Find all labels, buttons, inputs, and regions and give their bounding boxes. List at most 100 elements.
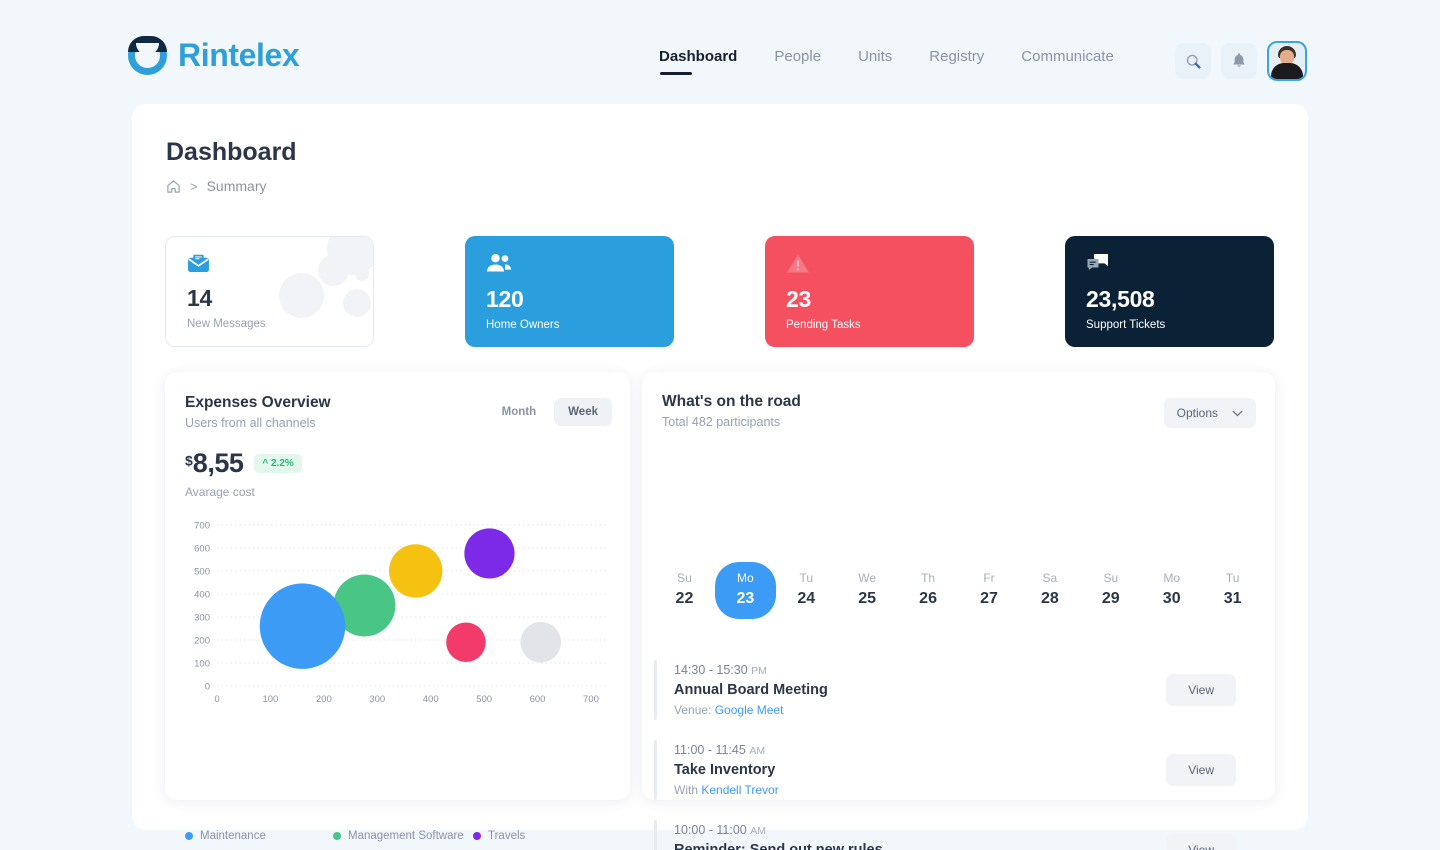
circle-logo-icon — [128, 36, 167, 75]
chart-bubble[interactable] — [259, 583, 346, 669]
range-option-month[interactable]: Month — [488, 398, 550, 426]
event-meta: With Kendell Trevor — [674, 783, 1166, 797]
event-meta-link[interactable]: Kendell Trevor — [701, 783, 778, 797]
legend-item-management-software[interactable]: Management Software — [333, 830, 473, 842]
date-day: 27 — [980, 590, 998, 607]
event-ampm: AM — [749, 745, 766, 757]
svg-text:500: 500 — [194, 566, 210, 577]
date-cell[interactable]: Th 26 — [898, 562, 959, 619]
date-cell[interactable]: Tu 31 — [1202, 562, 1263, 619]
stat-card-support-tickets[interactable]: 23,508 Support Tickets — [1065, 236, 1274, 347]
breadcrumb: > Summary — [166, 178, 267, 194]
date-cell[interactable]: Mo 30 — [1141, 562, 1202, 619]
road-subtitle: Total 482 participants — [662, 415, 781, 429]
stat-value: 14 — [187, 285, 212, 311]
cost-amount: 8,55 — [192, 448, 244, 478]
date-cell[interactable]: We 25 — [837, 562, 898, 619]
expenses-panel: Expenses Overview Users from all channel… — [165, 372, 630, 842]
event-title: Reminder: Send out new rules — [674, 842, 883, 850]
dashboard-page: Rintelex Dashboard People Units Registry… — [0, 0, 1440, 850]
event-item: 11:00 - 11:45 AM Take Inventory With Ken… — [654, 730, 1264, 810]
range-toggle: Month Week — [488, 398, 612, 426]
chat-bubbles-icon — [1086, 253, 1110, 279]
event-time-range: 14:30 - 15:30 — [674, 663, 748, 677]
event-view-button[interactable]: View — [1166, 754, 1236, 786]
event-title: Annual Board Meeting — [674, 682, 828, 698]
date-cell[interactable]: Su 29 — [1080, 562, 1141, 619]
event-body: 10:00 - 11:00 AM Reminder: Send out new … — [674, 823, 1166, 850]
date-day: 22 — [675, 590, 694, 607]
cost-amount-group: $8,55 — [185, 448, 244, 479]
brand-name: Rintelex — [178, 37, 300, 73]
date-cell[interactable]: Su 22 — [654, 562, 715, 619]
legend-item-maintenance[interactable]: Maintenance — [185, 830, 333, 842]
legend-label: Maintenance — [200, 830, 266, 842]
date-day: 28 — [1040, 590, 1059, 607]
legend-dot — [333, 832, 341, 840]
legend-label: Travels — [488, 830, 526, 842]
nav-item-people[interactable]: People — [774, 48, 821, 75]
stat-label: New Messages — [187, 318, 266, 330]
header-actions — [1175, 41, 1307, 81]
svg-text:400: 400 — [423, 694, 439, 705]
stat-value: 23 — [786, 286, 811, 312]
event-time-range: 10:00 - 11:00 — [674, 823, 747, 837]
breadcrumb-separator: > — [190, 178, 198, 194]
nav-item-dashboard[interactable]: Dashboard — [659, 48, 737, 75]
event-meta: Venue: Google Meet — [674, 703, 1166, 717]
date-cell[interactable]: Sa 28 — [1019, 562, 1080, 619]
brand-logo[interactable]: Rintelex — [128, 36, 300, 75]
event-time: 10:00 - 11:00 AM — [674, 823, 1166, 837]
date-cell[interactable]: Fr 27 — [959, 562, 1020, 619]
chart-bubble[interactable] — [389, 544, 443, 598]
stat-card-new-messages[interactable]: 14 New Messages — [165, 236, 374, 347]
svg-text:700: 700 — [583, 694, 599, 705]
legend-item-travels[interactable]: Travels — [473, 830, 525, 842]
currency-symbol: $ — [185, 452, 193, 469]
stat-label: Support Tickets — [1086, 319, 1166, 331]
notifications-button[interactable] — [1221, 43, 1257, 79]
event-ampm: AM — [750, 825, 766, 837]
date-day: 30 — [1162, 590, 1181, 607]
stat-label: Pending Tasks — [786, 319, 861, 331]
main-nav: Dashboard People Units Registry Communic… — [659, 48, 1114, 75]
date-cell-selected[interactable]: Mo 23 — [714, 562, 776, 619]
stat-card-pending-tasks[interactable]: 23 Pending Tasks — [765, 236, 974, 347]
date-weekday: Tu — [799, 571, 814, 585]
svg-text:600: 600 — [530, 694, 546, 705]
range-option-week[interactable]: Week — [554, 398, 612, 426]
stat-label: Home Owners — [486, 319, 560, 331]
stat-value: 120 — [486, 286, 524, 312]
date-cell[interactable]: Tu 24 — [776, 562, 837, 619]
options-button[interactable]: Options — [1163, 398, 1256, 428]
nav-item-registry[interactable]: Registry — [929, 48, 984, 75]
event-ampm: PM — [751, 665, 767, 677]
date-day: 26 — [919, 590, 937, 607]
page-title: Dashboard — [166, 138, 297, 166]
search-button[interactable] — [1175, 43, 1211, 79]
event-list: 14:30 - 15:30 PM Annual Board Meeting Ve… — [654, 650, 1264, 850]
legend-dot — [473, 832, 481, 840]
date-day: 31 — [1223, 590, 1242, 607]
chart-bubble[interactable] — [464, 528, 515, 579]
nav-item-communicate[interactable]: Communicate — [1021, 48, 1114, 75]
chart-bubble[interactable] — [446, 622, 486, 663]
event-view-button[interactable]: View — [1166, 834, 1236, 850]
legend-dot — [185, 832, 193, 840]
chart-bubble[interactable] — [520, 621, 562, 663]
event-body: 11:00 - 11:45 AM Take Inventory With Ken… — [674, 743, 1166, 797]
event-view-button[interactable]: View — [1166, 674, 1236, 706]
stat-value: 23,508 — [1086, 286, 1155, 312]
svg-text:400: 400 — [194, 589, 210, 600]
breadcrumb-current[interactable]: Summary — [207, 178, 267, 194]
date-weekday: Mo — [737, 571, 754, 585]
stat-card-home-owners[interactable]: 120 Home Owners — [465, 236, 674, 347]
home-icon[interactable] — [166, 179, 181, 194]
nav-item-units[interactable]: Units — [858, 48, 892, 75]
event-time: 11:00 - 11:45 AM — [674, 743, 1166, 757]
user-avatar[interactable] — [1267, 41, 1307, 81]
svg-text:500: 500 — [476, 694, 492, 705]
date-weekday: Th — [921, 571, 936, 585]
chart-legend: Maintenance Management Software Travels … — [185, 830, 605, 850]
event-meta-link[interactable]: Google Meet — [715, 703, 784, 717]
